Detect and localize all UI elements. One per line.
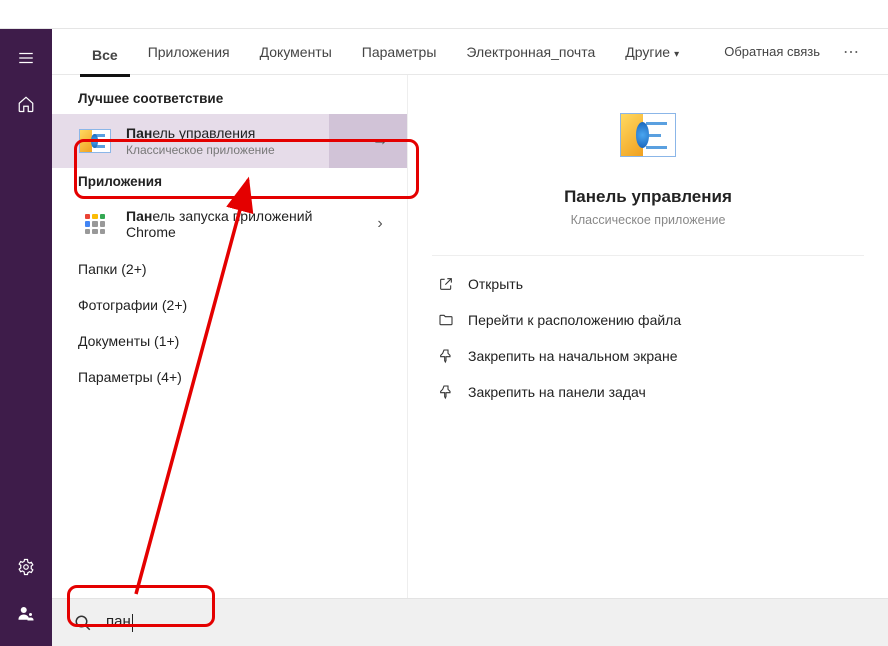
action-open[interactable]: Открыть (432, 266, 864, 302)
result-title: Панель запуска приложений Chrome (126, 208, 363, 240)
open-icon (438, 276, 454, 292)
tab-settings[interactable]: Параметры (350, 38, 449, 66)
pin-icon (438, 348, 454, 364)
feedback-link[interactable]: Обратная связь (714, 38, 830, 65)
chevron-right-icon[interactable]: › (363, 215, 397, 233)
preview-app-icon (620, 113, 676, 169)
control-panel-icon (78, 124, 112, 158)
pin-icon (438, 384, 454, 400)
search-input[interactable]: пан (106, 613, 872, 631)
category-documents[interactable]: Документы (1+) (52, 323, 407, 359)
tab-more[interactable]: Другие▾ (613, 38, 691, 66)
chevron-down-icon: ▾ (674, 49, 679, 60)
hamburger-icon[interactable] (2, 35, 50, 81)
account-icon[interactable] (2, 590, 50, 636)
preview-subtitle: Классическое приложение (571, 213, 726, 227)
tab-all[interactable]: Все (80, 41, 130, 77)
tab-email[interactable]: Электронная_почта (454, 38, 607, 66)
action-file-location[interactable]: Перейти к расположению файла (432, 302, 864, 338)
overflow-menu-icon[interactable]: ⋯ (836, 42, 868, 62)
action-pin-taskbar[interactable]: Закрепить на панели задач (432, 374, 864, 410)
chrome-apps-icon (78, 207, 112, 241)
tab-apps[interactable]: Приложения (136, 38, 242, 66)
action-pin-start[interactable]: Закрепить на начальном экране (432, 338, 864, 374)
best-match-label: Лучшее соответствие (52, 85, 407, 114)
result-control-panel[interactable]: Панель управления Классическое приложени… (52, 114, 407, 168)
category-photos[interactable]: Фотографии (2+) (52, 287, 407, 323)
result-chrome-launcher[interactable]: Панель запуска приложений Chrome › (52, 197, 407, 251)
search-bar[interactable]: пан (52, 598, 888, 646)
category-settings[interactable]: Параметры (4+) (52, 359, 407, 395)
home-icon[interactable] (2, 81, 50, 127)
apps-group-label: Приложения (52, 168, 407, 197)
nav-rail (0, 29, 52, 646)
result-title: Панель управления (126, 125, 363, 141)
result-subtitle: Классическое приложение (126, 143, 363, 157)
category-folders[interactable]: Папки (2+) (52, 251, 407, 287)
arrow-right-icon[interactable]: → (363, 132, 397, 150)
preview-title: Панель управления (564, 187, 732, 207)
filter-tabs: Все Приложения Документы Параметры Элект… (52, 29, 888, 75)
preview-pane: Панель управления Классическое приложени… (407, 75, 888, 598)
results-list: Лучшее соответствие Панель управления Кл… (52, 75, 407, 598)
gear-icon[interactable] (2, 544, 50, 590)
folder-icon (438, 312, 454, 328)
search-icon (74, 614, 92, 632)
tab-documents[interactable]: Документы (248, 38, 344, 66)
